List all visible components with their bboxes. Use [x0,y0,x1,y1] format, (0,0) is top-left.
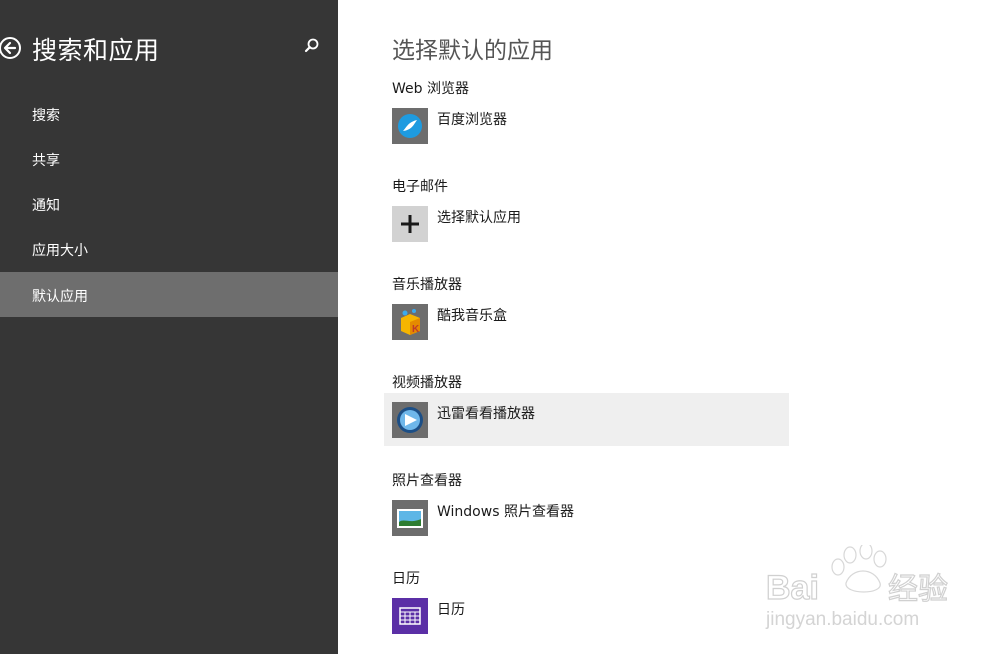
sidebar-item-label: 搜索 [32,108,60,124]
sidebar-item-app-sizes[interactable]: 应用大小 [0,226,338,271]
sidebar-item-label: 应用大小 [32,243,88,259]
sidebar-item-share[interactable]: 共享 [0,136,338,181]
section-label-music-player: 音乐播放器 [392,277,462,293]
main-pane: 选择默认的应用 Web 浏览器 百度浏览器 电子邮件 选择默认应用 音乐播放器 [338,0,1000,654]
sidebar-item-search[interactable]: 搜索 [0,91,338,136]
page-title: 选择默认的应用 [392,38,553,64]
section-label-email: 电子邮件 [392,179,448,195]
section-label-photo-viewer: 照片查看器 [392,473,462,489]
app-row-email[interactable]: 选择默认应用 [384,199,789,252]
section-label-calendar: 日历 [392,571,420,587]
search-icon [304,38,319,53]
section-label-web-browser: Web 浏览器 [392,81,469,97]
sidebar-item-label: 共享 [32,153,60,169]
app-name: 迅雷看看播放器 [437,406,535,422]
sidebar-item-default-apps[interactable]: 默认应用 [0,272,338,317]
app-row-photo-viewer[interactable]: Windows 照片查看器 [384,493,789,546]
app-name: 选择默认应用 [437,210,521,226]
app-name: 百度浏览器 [437,112,507,128]
section-label-video-player: 视频播放器 [392,375,462,391]
svg-text:K: K [412,324,420,335]
plus-icon [392,206,428,242]
calendar-icon [392,598,428,634]
app-row-calendar[interactable]: 日历 [384,591,789,644]
app-row-web-browser[interactable]: 百度浏览器 [384,101,789,154]
sidebar-item-label: 默认应用 [32,289,88,305]
app-name: Windows 照片查看器 [437,504,574,520]
sidebar-item-label: 通知 [32,198,60,214]
sidebar: 搜索和应用 搜索 共享 通知 应用大小 默认应用 [0,0,338,654]
app-name: 酷我音乐盒 [437,308,507,324]
app-name: 日历 [437,602,465,618]
sidebar-item-notifications[interactable]: 通知 [0,181,338,226]
sidebar-title: 搜索和应用 [32,36,160,65]
search-button[interactable] [302,36,322,56]
app-row-music-player[interactable]: K 酷我音乐盒 [384,297,789,350]
back-arrow-icon [0,37,21,59]
photo-viewer-icon [392,500,428,536]
kuwo-music-icon: K [392,304,428,340]
app-row-video-player[interactable]: 迅雷看看播放器 [384,393,789,446]
baidu-browser-icon [392,108,428,144]
back-button[interactable] [0,36,24,60]
xunlei-player-icon [392,402,428,438]
